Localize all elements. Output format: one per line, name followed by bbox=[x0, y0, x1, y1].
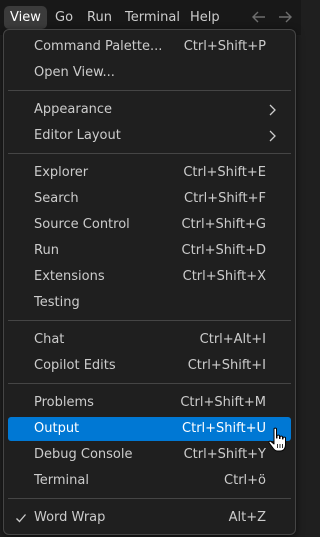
menu-item-editor-layout[interactable]: Editor Layout bbox=[8, 124, 291, 148]
menu-item-appearance[interactable]: Appearance bbox=[8, 98, 291, 122]
menu-item-label: Explorer bbox=[34, 165, 89, 180]
menu-item-label: Run bbox=[34, 243, 59, 258]
menu-item-label: Copilot Edits bbox=[34, 358, 116, 373]
shortcut-label: Ctrl+Shift+U bbox=[182, 421, 266, 436]
menubar-go[interactable]: Go bbox=[49, 6, 79, 29]
menu-separator bbox=[8, 320, 291, 321]
menu-item-label: Chat bbox=[34, 332, 65, 347]
menu-item-chat[interactable]: Chat Ctrl+Alt+I bbox=[8, 328, 291, 352]
shortcut-label: Ctrl+Shift+F bbox=[184, 191, 266, 206]
menu-item-label: Extensions bbox=[34, 269, 105, 284]
menu-item-output[interactable]: Output Ctrl+Shift+U bbox=[8, 417, 291, 441]
menu-item-command-palette[interactable]: Command Palette... Ctrl+Shift+P bbox=[8, 35, 291, 59]
menu-item-label: Source Control bbox=[34, 217, 130, 232]
menu-item-run[interactable]: Run Ctrl+Shift+D bbox=[8, 239, 291, 263]
menu-item-copilot-edits[interactable]: Copilot Edits Ctrl+Shift+I bbox=[8, 354, 291, 378]
shortcut-label: Alt+Z bbox=[228, 510, 266, 525]
shortcut-label: Ctrl+ö bbox=[224, 473, 266, 488]
shortcut-label: Ctrl+Shift+E bbox=[183, 165, 266, 180]
menu-item-source-control[interactable]: Source Control Ctrl+Shift+G bbox=[8, 213, 291, 237]
menu-item-word-wrap[interactable]: Word Wrap Alt+Z bbox=[8, 506, 291, 530]
menu-separator bbox=[8, 90, 291, 91]
menubar-view[interactable]: View bbox=[4, 6, 47, 29]
shortcut-label: Ctrl+Shift+X bbox=[182, 269, 266, 284]
menu-item-testing[interactable]: Testing bbox=[8, 291, 291, 315]
menu-item-label: Command Palette... bbox=[34, 39, 163, 54]
menu-item-explorer[interactable]: Explorer Ctrl+Shift+E bbox=[8, 161, 291, 185]
menu-item-label: Testing bbox=[34, 295, 80, 310]
chevron-right-icon bbox=[269, 130, 276, 142]
menu-item-label: Output bbox=[34, 421, 80, 436]
menu-item-label: Appearance bbox=[34, 102, 113, 117]
menu-item-problems[interactable]: Problems Ctrl+Shift+M bbox=[8, 391, 291, 415]
menubar-terminal[interactable]: Terminal bbox=[119, 6, 186, 29]
shortcut-label: Ctrl+Shift+G bbox=[181, 217, 266, 232]
menu-item-label: Open View... bbox=[34, 65, 115, 80]
arrow-right-icon[interactable] bbox=[276, 8, 294, 26]
menu-item-label: Terminal bbox=[34, 473, 89, 488]
menu-item-debug-console[interactable]: Debug Console Ctrl+Shift+Y bbox=[8, 443, 291, 467]
arrow-left-icon[interactable] bbox=[250, 8, 268, 26]
menu-separator bbox=[8, 153, 291, 154]
shortcut-label: Ctrl+Shift+D bbox=[181, 243, 266, 258]
menu-item-search[interactable]: Search Ctrl+Shift+F bbox=[8, 187, 291, 211]
menu-item-label: Problems bbox=[34, 395, 94, 410]
chevron-right-icon bbox=[269, 104, 276, 116]
menu-item-label: Debug Console bbox=[34, 447, 133, 462]
menu-item-label: Search bbox=[34, 191, 79, 206]
check-icon bbox=[16, 514, 26, 523]
menubar-help[interactable]: Help bbox=[184, 6, 226, 29]
shortcut-label: Ctrl+Alt+I bbox=[199, 332, 266, 347]
shortcut-label: Ctrl+Shift+I bbox=[187, 358, 266, 373]
menu-item-label: Word Wrap bbox=[34, 510, 106, 525]
menu-item-label: Editor Layout bbox=[34, 128, 121, 143]
hand-cursor-icon bbox=[268, 427, 286, 452]
menubar-run[interactable]: Run bbox=[81, 6, 118, 29]
menu-separator bbox=[8, 498, 291, 499]
shortcut-label: Ctrl+Shift+P bbox=[183, 39, 266, 54]
view-menu: Command Palette... Ctrl+Shift+P Open Vie… bbox=[3, 29, 296, 535]
menu-item-extensions[interactable]: Extensions Ctrl+Shift+X bbox=[8, 265, 291, 289]
menu-item-terminal[interactable]: Terminal Ctrl+ö bbox=[8, 469, 291, 493]
menu-separator bbox=[8, 383, 291, 384]
shortcut-label: Ctrl+Shift+M bbox=[180, 395, 266, 410]
shortcut-label: Ctrl+Shift+Y bbox=[183, 447, 266, 462]
menu-item-open-view[interactable]: Open View... bbox=[8, 61, 291, 85]
